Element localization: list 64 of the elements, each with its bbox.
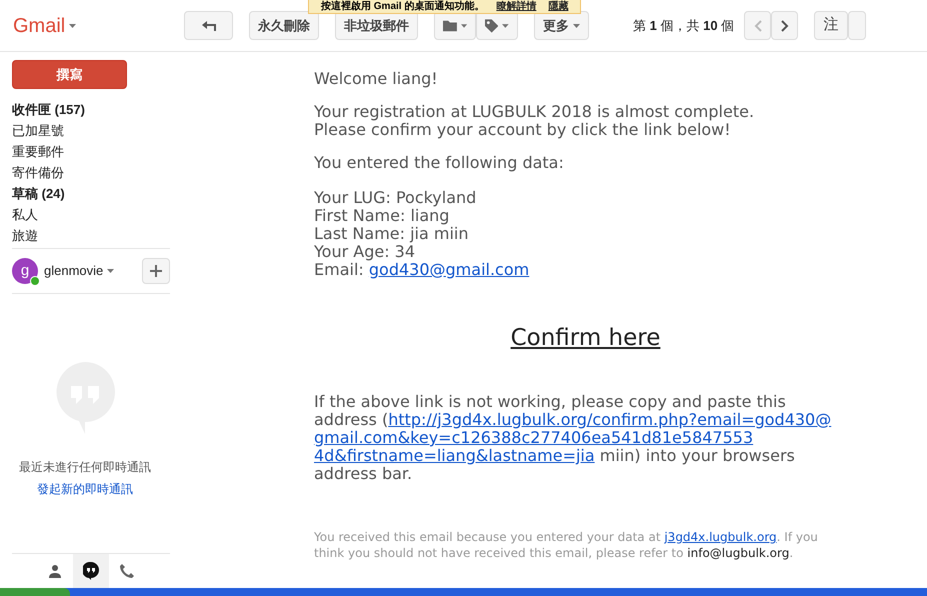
chevron-right-icon <box>780 20 789 32</box>
folder-link[interactable]: 旅遊 <box>12 225 170 246</box>
folder-link[interactable]: 已加星號 <box>12 120 170 141</box>
greeting-text: Welcome liang! <box>314 70 439 88</box>
avatar[interactable]: g <box>12 258 38 284</box>
folder-link[interactable]: 草稿 (24) <box>12 183 170 204</box>
quote-bubble-icon <box>83 562 99 580</box>
next-button[interactable] <box>771 11 798 40</box>
add-button[interactable] <box>142 258 170 284</box>
folder-link[interactable]: 寄件備份 <box>12 162 170 183</box>
intro-text: Your registration at LUGBULK 2018 is almost complete. <box>314 103 756 121</box>
toolbar-button[interactable]: 非垃圾郵件 <box>335 11 418 40</box>
fallback-text: If the above link is not working, please copy and paste this <box>314 392 786 411</box>
contact-email-link[interactable]: info@lugbulk.org <box>687 546 790 560</box>
folder-link[interactable]: 重要郵件 <box>12 141 170 162</box>
plus-icon <box>150 265 162 277</box>
data-field: Last Name: jia miin <box>314 225 907 243</box>
intro-text: Please confirm your account by click the link below! <box>314 121 731 139</box>
back-button[interactable] <box>184 11 233 40</box>
phone-icon <box>119 563 135 579</box>
notification-link[interactable]: 瞭解詳情 <box>496 0 536 14</box>
email-link[interactable]: god430@gmail.com <box>368 260 530 279</box>
tag-icon <box>485 18 498 32</box>
folder-menu-button[interactable] <box>434 11 476 40</box>
empty-chat-text: 最近未進行任何即時通訊 <box>19 459 151 476</box>
account-name[interactable]: glenmovie <box>44 261 114 281</box>
app-menu[interactable]: Gmail <box>13 10 76 40</box>
chevron-left-icon <box>754 20 762 32</box>
data-heading: You entered the following data: <box>314 154 565 172</box>
data-field: Your LUG: Pockyland <box>314 189 907 207</box>
start-chat-link[interactable]: 發起新的即時通訊 <box>37 480 133 498</box>
fallback-text: address ( <box>314 410 388 429</box>
caret-icon <box>69 24 76 28</box>
caret-icon <box>502 24 509 28</box>
email-field: Email: god430@gmail.com <box>314 261 907 279</box>
data-field: First Name: liang <box>314 207 907 225</box>
caret-icon <box>460 24 467 28</box>
fallback-text: miin) into your browsers <box>600 446 795 465</box>
folder-link[interactable]: 私人 <box>12 204 170 225</box>
footer-text: You received this email because you entered your data at j3gd4x.lugbulk.org. If you think you should not have received this email, please refer to info@lugbulk.org. <box>314 529 819 561</box>
pager-text: 第 1 個，共 10 個 <box>633 16 734 35</box>
notification-text: 按這裡啟用 Gmail 的桌面通知功能。 <box>321 0 484 14</box>
fallback-text: address bar. <box>314 464 412 483</box>
confirm-url-link[interactable]: gmail.com&key=c126388c277406ea541d81e5847553 <box>314 428 754 447</box>
start-button[interactable] <box>0 588 70 596</box>
label-menu-button[interactable] <box>476 11 518 40</box>
confirm-url-link[interactable]: http://j3gd4x.lugbulk.org/confirm.php?email=god430@ <box>388 410 832 429</box>
data-field: Your Age: 34 <box>314 243 907 261</box>
input-tools-menu-button[interactable] <box>848 11 866 40</box>
sidebar-tab[interactable] <box>73 554 109 588</box>
caret-icon <box>107 269 114 273</box>
toolbar-button[interactable]: 永久刪除 <box>249 11 319 40</box>
person-icon <box>48 564 62 578</box>
folder-link[interactable]: 收件匣 (157) <box>12 99 170 120</box>
site-link[interactable]: j3gd4x.lugbulk.org <box>664 530 777 544</box>
compose-button[interactable]: 撰寫 <box>12 60 127 89</box>
confirm-url-link[interactable]: 4d&firstname=liang&lastname=jia <box>314 446 595 465</box>
notification-link[interactable]: 隱藏 <box>548 0 568 14</box>
more-button[interactable]: 更多 <box>534 11 589 40</box>
folder-icon <box>443 20 457 32</box>
input-tools-button[interactable]: 注 <box>814 11 848 40</box>
caret-icon <box>573 24 580 28</box>
confirm-link[interactable]: Confirm here <box>510 329 660 347</box>
back-arrow-icon <box>202 20 216 30</box>
